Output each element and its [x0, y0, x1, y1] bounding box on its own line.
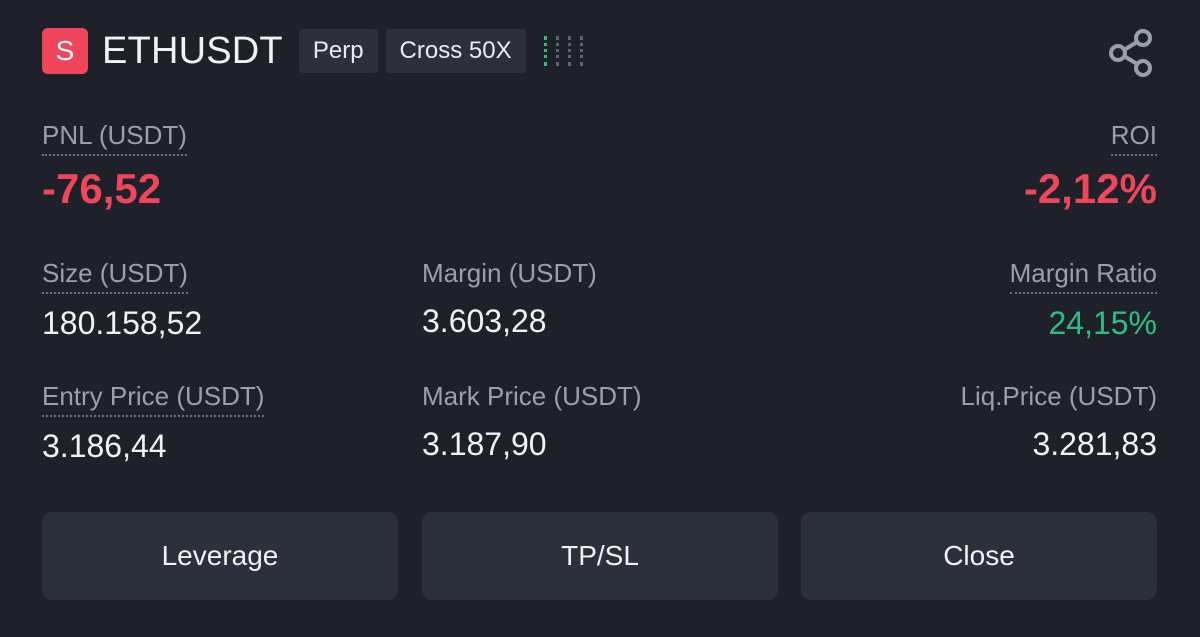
share-icon[interactable] — [1106, 28, 1156, 78]
margin-ratio-label[interactable]: Margin Ratio — [1009, 258, 1157, 294]
leverage-button[interactable]: Leverage — [42, 512, 398, 600]
margin-ratio-block: Margin Ratio 24,15% — [1009, 258, 1157, 342]
margin-ratio-value: 24,15% — [1048, 305, 1157, 341]
roi-label[interactable]: ROI — [1110, 120, 1157, 156]
margin-value: 3.603,28 — [422, 303, 547, 339]
adl-bar — [555, 36, 562, 66]
adl-bar — [567, 36, 574, 66]
entry-price-label[interactable]: Entry Price (USDT) — [42, 381, 265, 417]
mark-price-block: Mark Price (USDT) 3.187,90 — [422, 381, 642, 463]
position-card: S ETHUSDT Perp Cross 50X PNL (USDT) -76,… — [0, 0, 1200, 637]
pnl-label[interactable]: PNL (USDT) — [42, 120, 187, 156]
entry-price-value: 3.186,44 — [42, 428, 167, 464]
short-side-badge: S — [42, 28, 88, 74]
adl-indicator-icon — [543, 34, 586, 68]
mark-price-value: 3.187,90 — [422, 426, 547, 462]
liq-price-value: 3.281,83 — [1032, 426, 1157, 462]
adl-bar — [543, 36, 550, 66]
contract-type-tag: Perp — [298, 29, 378, 73]
pnl-block: PNL (USDT) -76,52 — [42, 120, 187, 212]
margin-mode-tag[interactable]: Cross 50X — [385, 29, 526, 73]
mark-price-label: Mark Price (USDT) — [422, 381, 642, 411]
liq-price-block: Liq.Price (USDT) 3.281,83 — [961, 381, 1157, 463]
adl-bar — [579, 36, 586, 66]
pnl-value: -76,52 — [42, 165, 162, 212]
margin-label: Margin (USDT) — [422, 258, 597, 288]
liq-price-label: Liq.Price (USDT) — [960, 381, 1157, 411]
entry-price-block: Entry Price (USDT) 3.186,44 — [42, 381, 265, 465]
roi-value: -2,12% — [1023, 165, 1157, 212]
margin-block: Margin (USDT) 3.603,28 — [422, 258, 597, 340]
roi-block: ROI -2,12% — [1023, 120, 1157, 212]
size-label[interactable]: Size (USDT) — [42, 258, 188, 294]
tpsl-button[interactable]: TP/SL — [422, 512, 778, 600]
size-block: Size (USDT) 180.158,52 — [42, 258, 202, 342]
symbol-title[interactable]: ETHUSDT — [102, 30, 283, 73]
size-value: 180.158,52 — [42, 305, 203, 341]
close-position-button[interactable]: Close — [801, 512, 1157, 600]
position-header: S ETHUSDT Perp Cross 50X — [42, 28, 586, 74]
